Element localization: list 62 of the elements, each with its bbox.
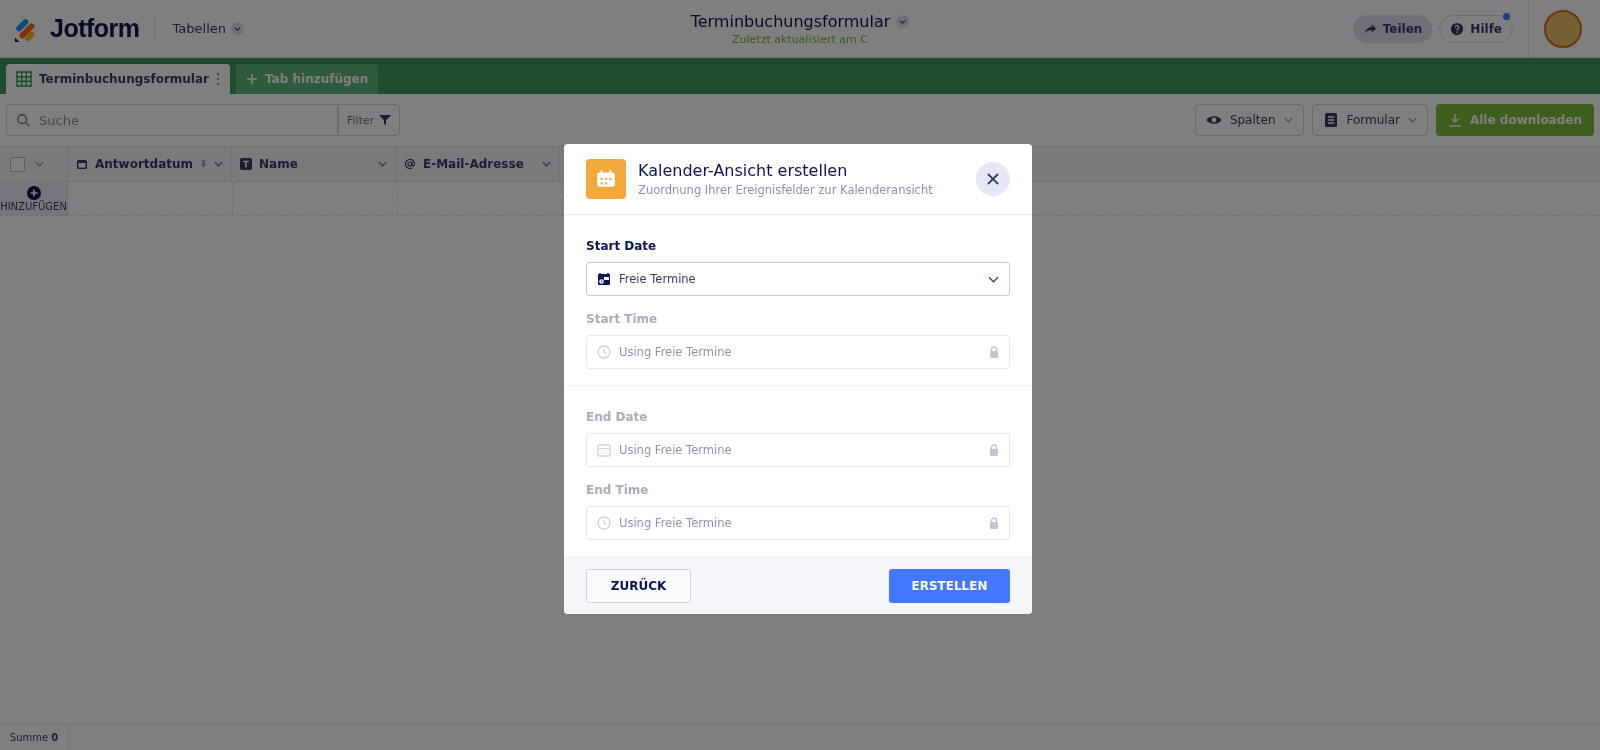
add-row-button[interactable]: HINZUFÜGEN bbox=[0, 182, 68, 215]
back-button[interactable]: ZURÜCK bbox=[586, 568, 691, 603]
calendar-icon bbox=[586, 159, 626, 199]
locked-field[interactable]: Using Freie Termine bbox=[586, 506, 1010, 540]
column-header[interactable]: Antwortdatum bbox=[68, 147, 232, 181]
filter-button[interactable]: Filter bbox=[338, 104, 401, 136]
chevron-icon bbox=[378, 161, 387, 167]
locked-field[interactable]: Using Freie Termine bbox=[586, 433, 1010, 467]
avatar[interactable] bbox=[1544, 9, 1582, 48]
select-field[interactable]: Freie Termine bbox=[586, 262, 1010, 296]
caret-icon bbox=[896, 14, 910, 28]
close-icon bbox=[986, 172, 1000, 186]
field-label: End Time bbox=[586, 483, 650, 497]
tab[interactable]: Tab hinzufügen bbox=[236, 64, 379, 94]
clock-icon bbox=[597, 516, 611, 530]
dialog-subtitle: Zuordnung Ihrer Ereignisfelder zur Kalenderansicht bbox=[638, 183, 934, 197]
download-icon bbox=[1447, 113, 1462, 127]
logo-text[interactable]: Jotform bbox=[50, 14, 140, 43]
at-icon bbox=[404, 158, 416, 170]
chevron-icon bbox=[988, 275, 999, 283]
close-button[interactable] bbox=[976, 162, 1010, 196]
lock-icon bbox=[989, 346, 999, 358]
chevron-icon bbox=[1283, 117, 1293, 123]
document-icon bbox=[1322, 112, 1339, 128]
tab[interactable]: Terminbuchungsformular bbox=[6, 64, 230, 94]
form-title-dropdown[interactable]: Terminbuchungsformular bbox=[690, 11, 910, 31]
caret-icon bbox=[231, 22, 245, 35]
text-icon bbox=[240, 158, 252, 170]
field-label: Start Date bbox=[586, 239, 658, 253]
lock-icon bbox=[989, 517, 999, 529]
lock-icon bbox=[989, 444, 999, 456]
column-header[interactable]: Name bbox=[232, 147, 396, 181]
search-field[interactable]: Suche bbox=[6, 104, 338, 136]
section-dropdown[interactable]: Tabellen bbox=[168, 17, 249, 40]
sum-text: Summe 0 bbox=[0, 725, 69, 750]
chevron-icon bbox=[1407, 117, 1417, 123]
grid-icon bbox=[16, 71, 32, 87]
calendar-clock-icon bbox=[597, 272, 611, 286]
search-icon bbox=[16, 113, 30, 127]
checkbox[interactable] bbox=[10, 156, 25, 172]
share-button[interactable]: Teilen bbox=[1352, 14, 1433, 43]
help-icon bbox=[1450, 21, 1465, 36]
locked-field[interactable]: Using Freie Termine bbox=[586, 335, 1010, 369]
help-button[interactable]: Hilfe bbox=[1439, 14, 1513, 43]
plus-icon bbox=[26, 185, 41, 200]
dialog-title: Kalender-Ansicht erstellen bbox=[638, 161, 849, 180]
chevron-icon bbox=[35, 161, 44, 167]
chevron-icon bbox=[214, 161, 223, 167]
calendar-icon bbox=[597, 443, 611, 457]
chevron-icon bbox=[542, 161, 551, 167]
calendar-icon bbox=[76, 158, 88, 170]
clock-icon bbox=[597, 345, 611, 359]
column-header[interactable]: E-Mail-Adresse bbox=[396, 147, 560, 181]
field-label: Start Time bbox=[586, 312, 659, 326]
field-label: End Date bbox=[586, 410, 649, 424]
more-icon bbox=[216, 72, 220, 86]
form-button[interactable]: Formular bbox=[1311, 104, 1428, 136]
create-button[interactable]: ERSTELLEN bbox=[889, 568, 1010, 603]
columns-button[interactable]: Spalten bbox=[1194, 104, 1304, 136]
last-updated-text: Zuletzt aktualisiert am C bbox=[732, 32, 868, 46]
funnel-icon bbox=[379, 114, 392, 126]
plus-icon bbox=[246, 73, 258, 85]
